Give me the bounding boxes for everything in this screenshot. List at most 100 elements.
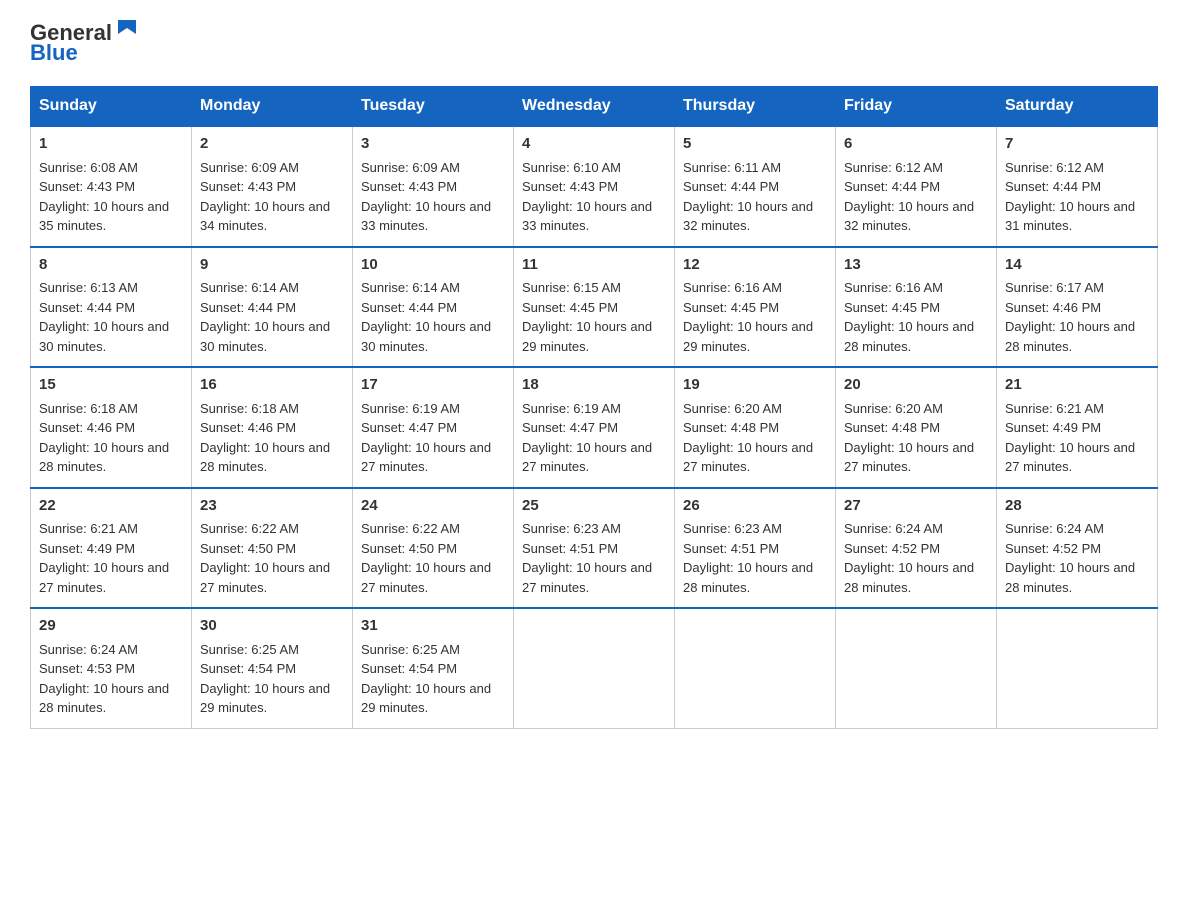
- sunset-text: Sunset: 4:48 PM: [683, 420, 779, 435]
- sunset-text: Sunset: 4:45 PM: [844, 300, 940, 315]
- sunset-text: Sunset: 4:52 PM: [844, 541, 940, 556]
- sunrise-text: Sunrise: 6:12 AM: [844, 160, 943, 175]
- sunrise-text: Sunrise: 6:09 AM: [361, 160, 460, 175]
- day-number: 12: [683, 254, 827, 277]
- daylight-text: Daylight: 10 hours and 33 minutes.: [361, 199, 491, 234]
- sunrise-text: Sunrise: 6:13 AM: [39, 280, 138, 295]
- day-number: 1: [39, 133, 183, 156]
- calendar-cell: 29Sunrise: 6:24 AMSunset: 4:53 PMDayligh…: [31, 608, 192, 728]
- sunrise-text: Sunrise: 6:18 AM: [39, 401, 138, 416]
- day-number: 29: [39, 615, 183, 638]
- day-number: 26: [683, 495, 827, 518]
- sunrise-text: Sunrise: 6:22 AM: [200, 521, 299, 536]
- calendar-week-row: 8Sunrise: 6:13 AMSunset: 4:44 PMDaylight…: [31, 247, 1158, 368]
- daylight-text: Daylight: 10 hours and 30 minutes.: [200, 319, 330, 354]
- calendar-cell: 22Sunrise: 6:21 AMSunset: 4:49 PMDayligh…: [31, 488, 192, 609]
- calendar-cell: 1Sunrise: 6:08 AMSunset: 4:43 PMDaylight…: [31, 126, 192, 247]
- day-number: 9: [200, 254, 344, 277]
- daylight-text: Daylight: 10 hours and 27 minutes.: [522, 560, 652, 595]
- calendar-week-row: 15 Sunrise: 6:18 AM Sunset: 4:46 PM Dayligh…: [31, 367, 1158, 488]
- sunset-text: Sunset: 4:53 PM: [39, 661, 135, 676]
- sunset-text: Sunset: 4:51 PM: [683, 541, 779, 556]
- day-number: 28: [1005, 495, 1149, 518]
- calendar-cell: 4Sunrise: 6:10 AMSunset: 4:43 PMDaylight…: [514, 126, 675, 247]
- calendar-cell: 25Sunrise: 6:23 AMSunset: 4:51 PMDayligh…: [514, 488, 675, 609]
- sunrise-text: Sunrise: 6:24 AM: [39, 642, 138, 657]
- daylight-text: Daylight: 10 hours and 31 minutes.: [1005, 199, 1135, 234]
- sunrise-text: Sunrise: 6:16 AM: [683, 280, 782, 295]
- day-number: 30: [200, 615, 344, 638]
- daylight-text: Daylight: 10 hours and 32 minutes.: [683, 199, 813, 234]
- daylight-text: Daylight: 10 hours and 28 minutes.: [1005, 319, 1135, 354]
- daylight-text: Daylight: 10 hours and 30 minutes.: [361, 319, 491, 354]
- sunrise-text: Sunrise: 6:17 AM: [1005, 280, 1104, 295]
- calendar-cell: 7Sunrise: 6:12 AMSunset: 4:44 PMDaylight…: [997, 126, 1158, 247]
- day-number: 20: [844, 374, 988, 397]
- daylight-text: Daylight: 10 hours and 28 minutes.: [39, 440, 169, 475]
- sunset-text: Sunset: 4:45 PM: [683, 300, 779, 315]
- sunset-text: Sunset: 4:47 PM: [361, 420, 457, 435]
- day-number: 13: [844, 254, 988, 277]
- daylight-text: Daylight: 10 hours and 29 minutes.: [522, 319, 652, 354]
- sunset-text: Sunset: 4:48 PM: [844, 420, 940, 435]
- sunrise-text: Sunrise: 6:20 AM: [683, 401, 782, 416]
- daylight-text: Daylight: 10 hours and 27 minutes.: [361, 440, 491, 475]
- sunset-text: Sunset: 4:54 PM: [200, 661, 296, 676]
- sunset-text: Sunset: 4:49 PM: [1005, 420, 1101, 435]
- calendar-week-row: 22Sunrise: 6:21 AMSunset: 4:49 PMDayligh…: [31, 488, 1158, 609]
- col-header-tuesday: Tuesday: [353, 87, 514, 127]
- sunrise-text: Sunrise: 6:15 AM: [522, 280, 621, 295]
- col-header-sunday: Sunday: [31, 87, 192, 127]
- sunrise-text: Sunrise: 6:19 AM: [361, 401, 460, 416]
- sunrise-text: Sunrise: 6:18 AM: [200, 401, 299, 416]
- sunrise-text: Sunrise: 6:25 AM: [361, 642, 460, 657]
- sunset-text: Sunset: 4:47 PM: [522, 420, 618, 435]
- sunrise-text: Sunrise: 6:24 AM: [844, 521, 943, 536]
- daylight-text: Daylight: 10 hours and 27 minutes.: [200, 560, 330, 595]
- sunset-text: Sunset: 4:44 PM: [844, 179, 940, 194]
- day-number: 21: [1005, 374, 1149, 397]
- daylight-text: Daylight: 10 hours and 27 minutes.: [844, 440, 974, 475]
- sunrise-text: Sunrise: 6:14 AM: [200, 280, 299, 295]
- col-header-wednesday: Wednesday: [514, 87, 675, 127]
- sunset-text: Sunset: 4:44 PM: [683, 179, 779, 194]
- calendar-cell: 16Sunrise: 6:18 AMSunset: 4:46 PMDayligh…: [192, 367, 353, 488]
- sunset-text: Sunset: 4:54 PM: [361, 661, 457, 676]
- sunrise-text: Sunrise: 6:16 AM: [844, 280, 943, 295]
- daylight-text: Daylight: 10 hours and 34 minutes.: [200, 199, 330, 234]
- daylight-text: Daylight: 10 hours and 27 minutes.: [361, 560, 491, 595]
- col-header-friday: Friday: [836, 87, 997, 127]
- calendar-cell: 28Sunrise: 6:24 AMSunset: 4:52 PMDayligh…: [997, 488, 1158, 609]
- daylight-text: Daylight: 10 hours and 27 minutes.: [522, 440, 652, 475]
- sunrise-text: Sunrise: 6:19 AM: [522, 401, 621, 416]
- calendar-cell: 8Sunrise: 6:13 AMSunset: 4:44 PMDaylight…: [31, 247, 192, 368]
- calendar-cell: 6Sunrise: 6:12 AMSunset: 4:44 PMDaylight…: [836, 126, 997, 247]
- day-number: 15: [39, 374, 183, 397]
- day-number: 25: [522, 495, 666, 518]
- calendar-header-row: SundayMondayTuesdayWednesdayThursdayFrid…: [31, 87, 1158, 127]
- sunrise-text: Sunrise: 6:23 AM: [683, 521, 782, 536]
- sunset-text: Sunset: 4:46 PM: [200, 420, 296, 435]
- calendar-cell: [675, 608, 836, 728]
- sunrise-text: Sunrise: 6:22 AM: [361, 521, 460, 536]
- sunrise-text: Sunrise: 6:12 AM: [1005, 160, 1104, 175]
- sunset-text: Sunset: 4:46 PM: [39, 420, 135, 435]
- daylight-text: Daylight: 10 hours and 27 minutes.: [39, 560, 169, 595]
- calendar-cell: 20Sunrise: 6:20 AMSunset: 4:48 PMDayligh…: [836, 367, 997, 488]
- calendar-cell: 5Sunrise: 6:11 AMSunset: 4:44 PMDaylight…: [675, 126, 836, 247]
- day-number: 4: [522, 133, 666, 156]
- sunset-text: Sunset: 4:44 PM: [200, 300, 296, 315]
- sunrise-text: Sunrise: 6:10 AM: [522, 160, 621, 175]
- day-number: 23: [200, 495, 344, 518]
- daylight-text: Daylight: 10 hours and 35 minutes.: [39, 199, 169, 234]
- sunrise-text: Sunrise: 6:14 AM: [361, 280, 460, 295]
- daylight-text: Daylight: 10 hours and 28 minutes.: [683, 560, 813, 595]
- daylight-text: Daylight: 10 hours and 29 minutes.: [361, 681, 491, 716]
- calendar-cell: [836, 608, 997, 728]
- calendar-cell: 12Sunrise: 6:16 AMSunset: 4:45 PMDayligh…: [675, 247, 836, 368]
- day-number: 16: [200, 374, 344, 397]
- day-number: 18: [522, 374, 666, 397]
- sunrise-text: Sunrise: 6:23 AM: [522, 521, 621, 536]
- day-number: 10: [361, 254, 505, 277]
- sunrise-text: Sunrise: 6:08 AM: [39, 160, 138, 175]
